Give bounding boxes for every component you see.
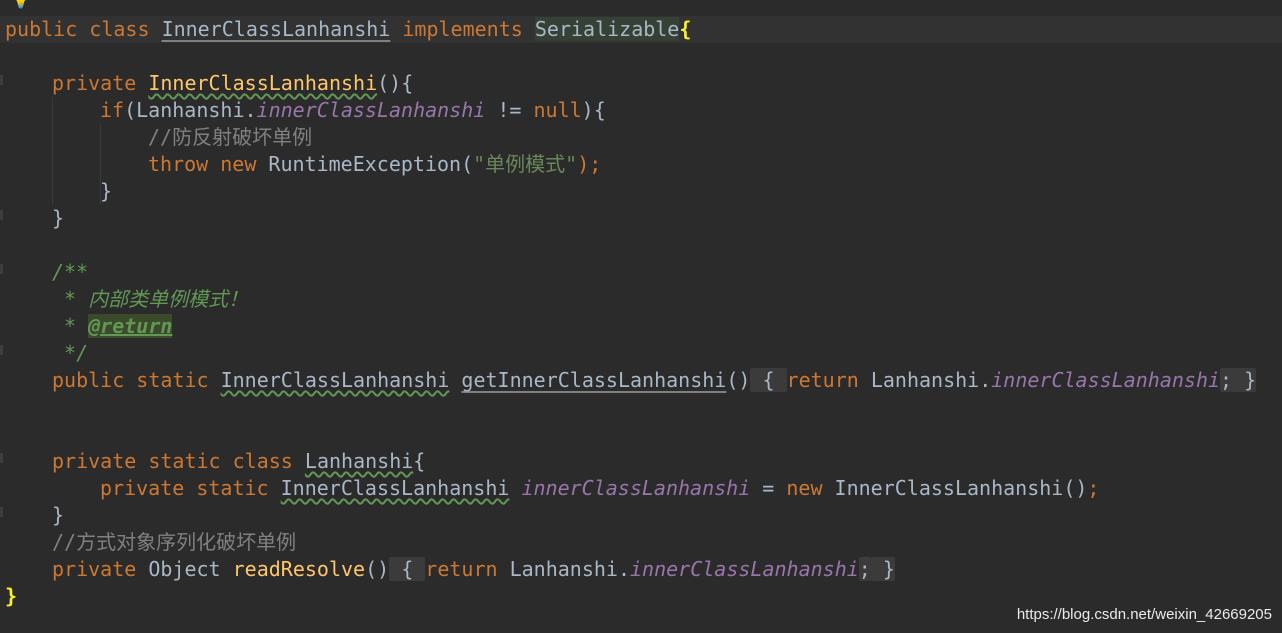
class-name: InnerClassLanhanshi bbox=[280, 476, 510, 500]
javadoc-tag: @return bbox=[88, 314, 173, 338]
line-comment: //方式对象序列化破坏单例 bbox=[52, 530, 297, 554]
code-line-17[interactable]: private static class Lanhanshi{ bbox=[0, 448, 1282, 475]
code-line-12[interactable]: * @return bbox=[0, 313, 1282, 340]
operator: = bbox=[750, 476, 787, 500]
string-literal: "单例模式" bbox=[473, 152, 578, 176]
method-name: getInnerClassLanhanshi bbox=[461, 368, 727, 392]
code-editor[interactable]: 💡 public class InnerClassLanhanshi imple… bbox=[0, 0, 1282, 633]
keyword: static bbox=[196, 476, 269, 500]
brace: } bbox=[52, 206, 65, 230]
code-text: ){ bbox=[581, 98, 606, 122]
keyword: implements bbox=[402, 17, 523, 41]
code-line-6[interactable]: throw new RuntimeException("单例模式"); bbox=[0, 151, 1282, 178]
code-line-7[interactable]: } bbox=[0, 178, 1282, 205]
folded-region-close[interactable]: } bbox=[1232, 368, 1257, 392]
code-line-19[interactable]: } bbox=[0, 502, 1282, 529]
folded-region-open[interactable]: { bbox=[750, 368, 787, 392]
interface-name: Serializable bbox=[534, 17, 680, 41]
javadoc-comment: * 内部类单例模式！ bbox=[52, 287, 249, 311]
folded-region-open[interactable]: { bbox=[389, 557, 426, 581]
brace: { bbox=[413, 449, 426, 473]
class-name: RuntimeException( bbox=[256, 152, 474, 176]
code-text: () bbox=[726, 368, 751, 392]
keyword: private bbox=[52, 71, 137, 95]
constructor-name: InnerClassLanhanshi bbox=[148, 71, 378, 95]
class-name: Object bbox=[136, 557, 233, 581]
code-text: (Lanhanshi. bbox=[124, 98, 257, 122]
code-line-14[interactable]: public static InnerClassLanhanshi getInn… bbox=[0, 367, 1282, 394]
keyword: private bbox=[100, 476, 185, 500]
keyword: new bbox=[220, 152, 257, 176]
code-line-10[interactable]: /** bbox=[0, 259, 1282, 286]
javadoc-comment: */ bbox=[52, 341, 89, 365]
code-text: Lanhanshi. bbox=[497, 557, 630, 581]
line-comment: //防反射破坏单例 bbox=[148, 125, 313, 149]
static-field: innerClassLanhanshi bbox=[991, 368, 1221, 392]
code-line-21[interactable]: private Object readResolve() { return La… bbox=[0, 556, 1282, 583]
keyword: class bbox=[89, 17, 150, 41]
static-field: innerClassLanhanshi bbox=[630, 557, 859, 581]
static-field: innerClassLanhanshi bbox=[521, 476, 751, 500]
code-text: InnerClassLanhanshi() bbox=[822, 476, 1088, 500]
code-text: () bbox=[365, 557, 390, 581]
code-text: ; bbox=[858, 557, 871, 581]
code-text: ; bbox=[1087, 476, 1100, 500]
code-text: ); bbox=[577, 152, 602, 176]
code-line-13[interactable]: */ bbox=[0, 340, 1282, 367]
keyword: public bbox=[52, 368, 125, 392]
code-line-20[interactable]: //方式对象序列化破坏单例 bbox=[0, 529, 1282, 556]
code-text: (){ bbox=[377, 71, 414, 95]
keyword: null bbox=[533, 98, 582, 122]
code-line-1[interactable]: public class InnerClassLanhanshi impleme… bbox=[0, 16, 1282, 43]
keyword: return bbox=[425, 557, 498, 581]
brace: } bbox=[5, 584, 18, 608]
keyword: return bbox=[786, 368, 859, 392]
code-line-8[interactable]: } bbox=[0, 205, 1282, 232]
keyword: throw bbox=[148, 152, 209, 176]
lightbulb-icon[interactable]: 💡 bbox=[12, 0, 29, 10]
code-line-18[interactable]: private static InnerClassLanhanshi inner… bbox=[0, 475, 1282, 502]
brace: } bbox=[52, 503, 65, 527]
keyword: private bbox=[52, 449, 137, 473]
javadoc-comment: * bbox=[52, 314, 89, 338]
brace: { bbox=[679, 17, 692, 41]
javadoc-comment: /** bbox=[52, 260, 89, 284]
class-name: InnerClassLanhanshi bbox=[161, 17, 391, 41]
class-name: Lanhanshi bbox=[304, 449, 414, 473]
method-name: readResolve bbox=[232, 557, 366, 581]
code-line-11[interactable]: * 内部类单例模式！ bbox=[0, 286, 1282, 313]
keyword: static bbox=[148, 449, 221, 473]
watermark: https://blog.csdn.net/weixin_42669205 bbox=[1016, 606, 1272, 623]
keyword: static bbox=[136, 368, 209, 392]
brace: } bbox=[100, 179, 113, 203]
keyword: new bbox=[786, 476, 823, 500]
static-field: innerClassLanhanshi bbox=[256, 98, 486, 122]
operator: != bbox=[485, 98, 534, 122]
code-line-3[interactable]: private InnerClassLanhanshi(){ bbox=[0, 70, 1282, 97]
keyword: private bbox=[52, 557, 137, 581]
keyword: if bbox=[100, 98, 125, 122]
code-text: Lanhanshi. bbox=[858, 368, 992, 392]
code-line-4[interactable]: if(Lanhanshi.innerClassLanhanshi != null… bbox=[0, 97, 1282, 124]
code-line-5[interactable]: //防反射破坏单例 bbox=[0, 124, 1282, 151]
code-text: ; bbox=[1220, 368, 1233, 392]
class-name: InnerClassLanhanshi bbox=[220, 368, 450, 392]
folded-region-close[interactable]: } bbox=[870, 557, 895, 581]
keyword: class bbox=[232, 449, 293, 473]
keyword: public bbox=[5, 17, 78, 41]
